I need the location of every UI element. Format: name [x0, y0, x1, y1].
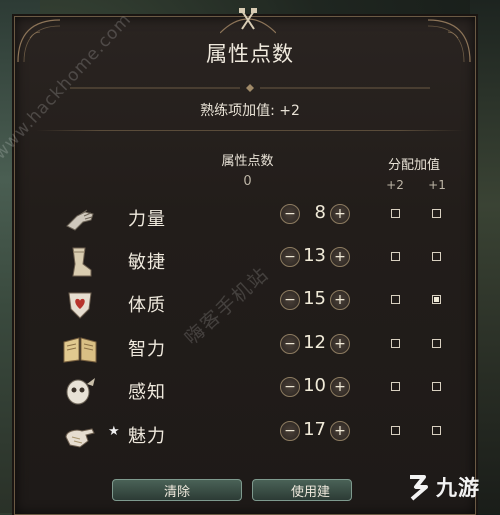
- attribute-name: 力量: [128, 209, 166, 230]
- primary-attribute-star-icon: ★: [108, 424, 120, 439]
- decrease-button[interactable]: −: [280, 377, 300, 397]
- attribute-name: 智力: [128, 339, 166, 360]
- nine-game-logo-icon: [410, 475, 428, 501]
- clear-button[interactable]: 清除: [112, 479, 242, 501]
- attribute-value: 10: [303, 375, 326, 396]
- gauntlet-icon: [60, 201, 100, 237]
- points-remaining: 0: [243, 174, 252, 189]
- attribute-row-intelligence: 智力 − 12 +: [0, 329, 500, 369]
- plus2-checkbox[interactable]: [391, 209, 400, 218]
- increase-button[interactable]: +: [330, 377, 350, 397]
- points-header: 属性点数: [221, 154, 274, 169]
- use-recommended-button[interactable]: 使用建: [252, 479, 352, 501]
- increase-button[interactable]: +: [330, 247, 350, 267]
- decrease-button[interactable]: −: [280, 204, 300, 224]
- attribute-row-charisma: ★ 魅力 − 17 +: [0, 416, 500, 456]
- logo-text: 九游: [436, 476, 480, 500]
- attribute-value: 12: [303, 332, 326, 353]
- attribute-name: 敏捷: [128, 252, 166, 273]
- plus1-checkbox[interactable]: [432, 382, 441, 391]
- increase-button[interactable]: +: [330, 334, 350, 354]
- attribute-value: 15: [303, 288, 326, 309]
- plus2-checkbox[interactable]: [391, 339, 400, 348]
- attribute-value: 17: [303, 419, 326, 440]
- plus1-checkbox[interactable]: [432, 339, 441, 348]
- increase-button[interactable]: +: [330, 290, 350, 310]
- plus2-checkbox[interactable]: [391, 252, 400, 261]
- divider: [36, 130, 464, 131]
- attribute-value: 8: [314, 202, 326, 223]
- hand-icon: [60, 418, 100, 454]
- plus1-checkbox[interactable]: [432, 295, 441, 304]
- owl-mask-icon: [60, 374, 100, 410]
- attribute-name: 魅力: [128, 426, 166, 447]
- crossed-axes-crest-icon: [220, 4, 276, 38]
- boot-icon: [60, 244, 100, 280]
- plus1-column-header: +1: [428, 178, 446, 192]
- attribute-name: 体质: [128, 295, 166, 316]
- attribute-row-wisdom: 感知 − 10 +: [0, 372, 500, 412]
- plus1-checkbox[interactable]: [432, 426, 441, 435]
- plus2-checkbox[interactable]: [391, 295, 400, 304]
- increase-button[interactable]: +: [330, 204, 350, 224]
- plus1-checkbox[interactable]: [432, 252, 441, 261]
- attribute-value: 13: [303, 245, 326, 266]
- decrease-button[interactable]: −: [280, 290, 300, 310]
- attribute-name: 感知: [128, 382, 166, 403]
- plus1-checkbox[interactable]: [432, 209, 441, 218]
- open-book-icon: [60, 331, 100, 367]
- increase-button[interactable]: +: [330, 421, 350, 441]
- plus2-checkbox[interactable]: [391, 426, 400, 435]
- ornament-divider-icon: [70, 84, 430, 92]
- proficiency-bonus: 熟练项加值: +2: [200, 103, 300, 119]
- heart-shield-icon: [60, 287, 100, 323]
- attribute-row-strength: 力量 − 8 +: [0, 199, 500, 239]
- allocate-bonus-header: 分配加值: [387, 158, 440, 173]
- decrease-button[interactable]: −: [280, 247, 300, 267]
- nine-game-logo: 九游: [402, 467, 494, 507]
- plus2-checkbox[interactable]: [391, 382, 400, 391]
- decrease-button[interactable]: −: [280, 334, 300, 354]
- plus2-column-header: +2: [386, 178, 404, 192]
- decrease-button[interactable]: −: [280, 421, 300, 441]
